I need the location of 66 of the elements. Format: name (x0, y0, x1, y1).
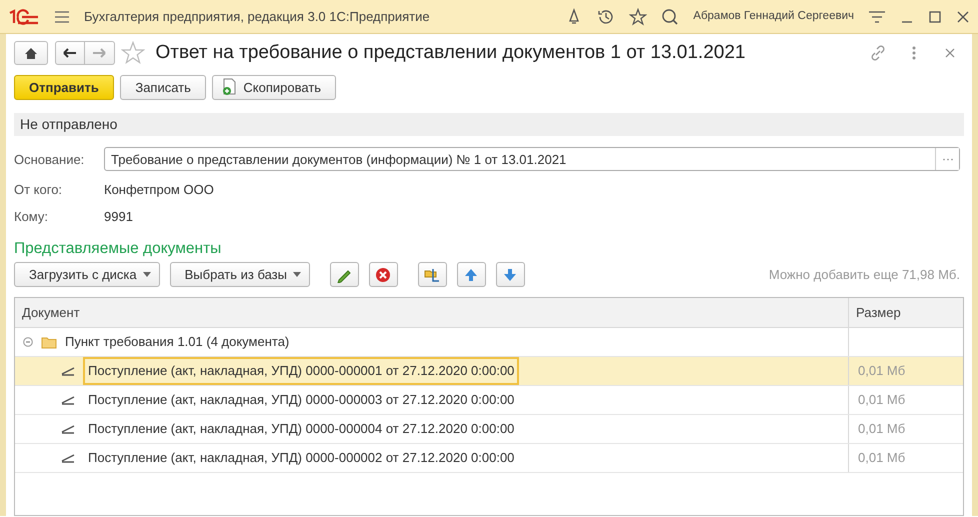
table-cell-text: 0,01 Мб (857, 420, 906, 438)
maximize-icon[interactable] (928, 10, 942, 24)
caret-icon (292, 272, 301, 278)
document-posting-icon (61, 453, 75, 464)
home-icon (25, 48, 37, 59)
folder-move-button[interactable] (418, 262, 447, 288)
table-cell: Поступление (акт, накладная, УПД) 0000-000001 от 27.12.2020 0:00:00 (83, 357, 520, 385)
caret-icon (142, 272, 151, 278)
back-arrow-icon (62, 48, 76, 58)
user-name[interactable]: Абрамов Геннадий Сергеевич (693, 8, 854, 26)
toolbar-button[interactable]: Записать (120, 74, 206, 100)
section-title: Представляемые документы (14, 238, 222, 259)
group-label: Пункт требования 1.01 (4 документа) (65, 333, 290, 352)
column-header: Размер (855, 304, 901, 322)
table-cell-text: 0,01 Мб (857, 362, 906, 380)
filter-icon[interactable] (868, 8, 886, 24)
field-value: Конфетпром ООО (104, 181, 214, 200)
link-icon[interactable] (869, 44, 887, 62)
status-bar: Не отправлено (14, 112, 964, 136)
table-cell-text: Поступление (акт, накладная, УПД) 0000-000004 от 27.12.2020 0:00:00 (87, 420, 516, 438)
table-cell-text: 0,01 Мб (857, 391, 906, 410)
ellipsis-icon (942, 158, 952, 161)
app-title: Бухгалтерия предприятия, редакция 3.0 1С:Предприятие (84, 8, 431, 26)
dropdown-button[interactable]: Загрузить с диска (14, 262, 160, 288)
folder-icon (41, 336, 57, 349)
history-icon[interactable] (597, 8, 616, 26)
edit-button[interactable] (330, 262, 359, 288)
logo-icon (8, 8, 40, 24)
field-value: 9991 (104, 208, 133, 226)
form-title: Ответ на требование о представлении документов 1 от 13.01.2021 (156, 40, 746, 65)
move-up-button[interactable] (456, 262, 486, 288)
move-down-button[interactable] (496, 262, 525, 288)
table-row[interactable]: Поступление (акт, накладная, УПД) 0000-000001 от 27.12.2020 0:00:00 0,01 Мб (15, 357, 963, 386)
menu-icon[interactable] (54, 10, 70, 24)
close-icon[interactable] (956, 10, 970, 24)
field-label: Кому: (14, 208, 49, 226)
home-button[interactable] (14, 41, 48, 66)
back-button[interactable] (54, 41, 84, 66)
close-icon[interactable] (944, 47, 956, 60)
dropdown-button[interactable]: Выбрать из базы (170, 262, 310, 288)
favorite-star-icon[interactable] (121, 41, 145, 66)
table-row[interactable]: Поступление (акт, накладная, УПД) 0000-000004 от 27.12.2020 0:00:00 0,01 Мб (15, 415, 963, 444)
document-posting-icon (61, 424, 75, 434)
delete-button[interactable] (368, 262, 398, 288)
star-icon[interactable] (629, 8, 648, 26)
delete-icon (375, 266, 392, 283)
table-row[interactable]: Поступление (акт, накладная, УПД) 0000-000002 от 27.12.2020 0:00:00 0,01 Мб (15, 444, 963, 474)
toolbar-button[interactable]: Скопировать (212, 74, 336, 100)
copy-document-icon (221, 78, 238, 96)
table-cell-text: 0,01 Мб (857, 449, 906, 468)
toolbar-button[interactable]: Отправить (14, 74, 114, 100)
folder-icon (424, 266, 440, 283)
field-label: От кого: (14, 181, 64, 200)
up-arrow-icon (463, 266, 480, 283)
table-cell-text: Поступление (акт, накладная, УПД) 0000-000002 от 27.12.2020 0:00:00 (87, 449, 516, 468)
search-icon[interactable] (661, 8, 680, 26)
document-posting-icon (61, 395, 75, 406)
table-cell-text: Поступление (акт, накладная, УПД) 0000-000003 от 27.12.2020 0:00:00 (87, 391, 516, 410)
forward-arrow-icon (92, 48, 106, 58)
document-posting-icon (61, 366, 75, 376)
down-arrow-icon (502, 266, 518, 283)
field-label: Основание: (14, 150, 86, 169)
collapse-icon[interactable] (23, 337, 33, 348)
column-header: Документ (15, 298, 849, 328)
table-row[interactable]: Поступление (акт, накладная, УПД) 0000-000003 от 27.12.2020 0:00:00 0,01 Мб (15, 386, 963, 416)
size-hint: Можно добавить еще 71,98 Мб. (768, 266, 960, 284)
